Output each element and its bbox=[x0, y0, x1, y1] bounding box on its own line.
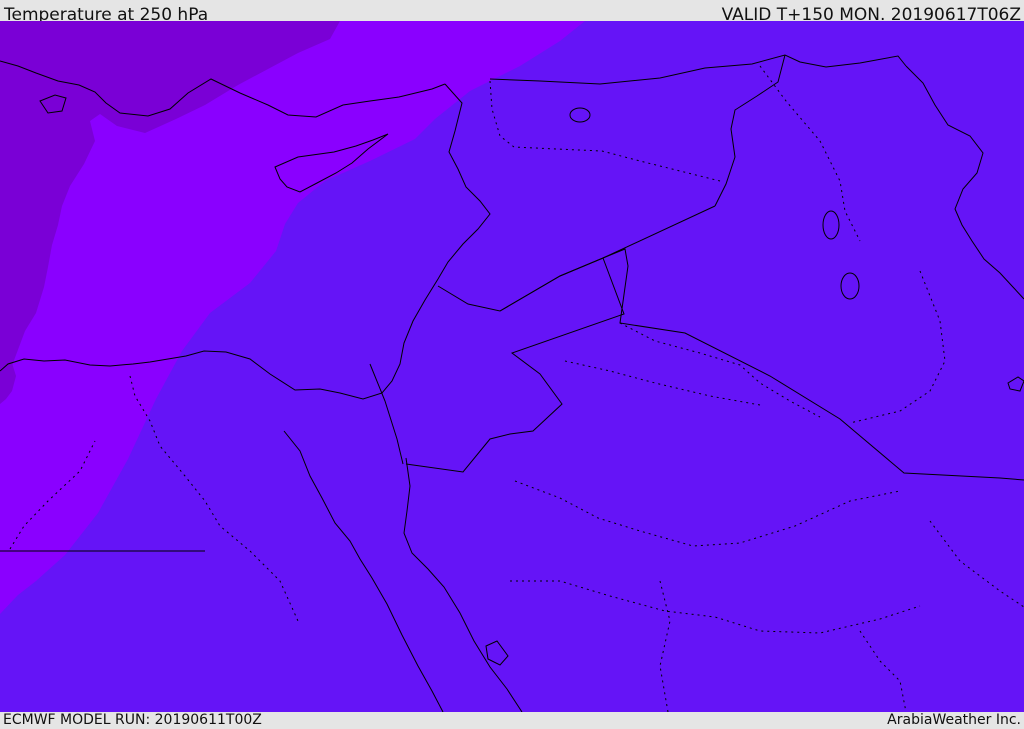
temperature-map bbox=[0, 21, 1024, 712]
bottom-bar: ECMWF MODEL RUN: 20190611T00Z ArabiaWeat… bbox=[0, 712, 1024, 729]
model-run-text: ECMWF MODEL RUN: 20190611T00Z bbox=[3, 712, 262, 728]
top-bar: Temperature at 250 hPa VALID T+150 MON. … bbox=[0, 0, 1024, 25]
credit-text: ArabiaWeather Inc. bbox=[887, 712, 1021, 728]
map-canvas bbox=[0, 21, 1024, 712]
